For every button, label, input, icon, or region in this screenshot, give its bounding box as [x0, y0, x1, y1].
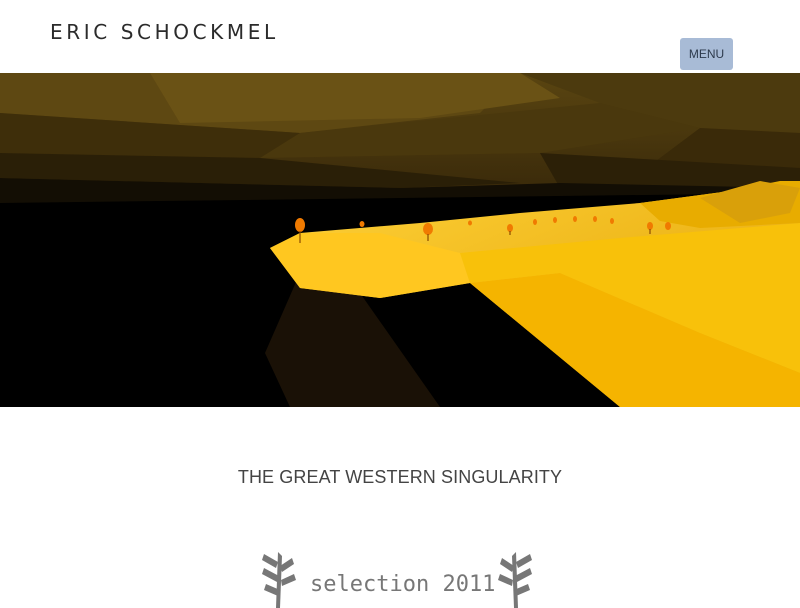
film-title: THE GREAT WESTERN SINGULARITY	[237, 467, 563, 487]
laurel-icon	[262, 552, 296, 608]
site-title[interactable]: ERIC SCHOCKMEL	[50, 20, 279, 44]
low-poly-landscape-image	[0, 73, 800, 407]
menu-button[interactable]: MENU	[680, 38, 733, 70]
hero-image	[0, 73, 800, 407]
site-header: ERIC SCHOCKMEL MENU	[0, 0, 800, 73]
laurel-icon	[498, 552, 532, 608]
selection-text: selection 2011	[310, 572, 496, 597]
